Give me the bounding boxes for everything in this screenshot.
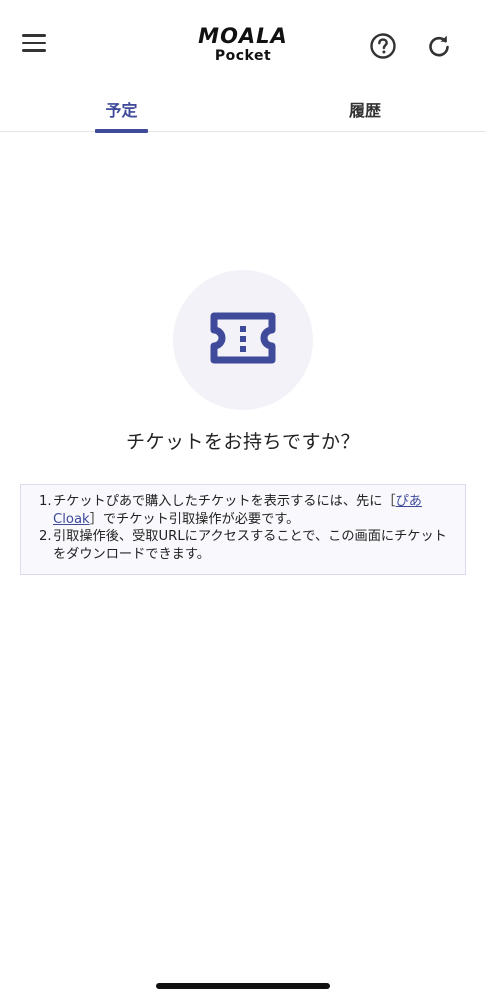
hamburger-menu-icon[interactable] — [22, 34, 48, 56]
active-tab-indicator — [95, 129, 148, 133]
help-circle-icon[interactable] — [369, 32, 397, 60]
tab-bar: 予定 履歴 — [0, 92, 486, 133]
tab-plan-label: 予定 — [105, 101, 138, 120]
tab-history[interactable]: 履歴 — [330, 92, 400, 132]
ticket-icon — [210, 312, 276, 364]
instructions-box: 1. チケットぴあで購入したチケットを表示するには、先に［ぴあCloak］でチケッ… — [20, 484, 466, 575]
home-indicator[interactable] — [156, 983, 330, 989]
instructions-list: 1. チケットぴあで購入したチケットを表示するには、先に［ぴあCloak］でチケッ… — [39, 493, 447, 563]
instruction-number: 2. — [39, 529, 52, 544]
instruction-number: 1. — [39, 494, 52, 509]
tab-plan[interactable]: 予定 — [95, 92, 148, 133]
ticket-illustration — [173, 270, 313, 410]
logo-main-text: MOALA — [198, 24, 288, 48]
instruction-text-post: ］でチケット引取操作が必要です。 — [89, 511, 300, 527]
instruction-text-pre: チケットぴあで購入したチケットを表示するには、先に［ — [53, 494, 396, 509]
tab-history-label: 履歴 — [348, 101, 381, 120]
instruction-item: 1. チケットぴあで購入したチケットを表示するには、先に［ぴあCloak］でチケッ… — [39, 493, 447, 528]
empty-state-question: チケットをお持ちですか？ — [125, 431, 360, 453]
instruction-text: 引取操作後、受取URLにアクセスすることで、この画面にチケットをダウンロードでき… — [53, 529, 447, 562]
instruction-item: 2. 引取操作後、受取URLにアクセスすることで、この画面にチケットをダウンロード… — [39, 528, 447, 563]
app-header: MOALA Pocket — [0, 0, 486, 92]
app-logo: MOALA Pocket — [186, 24, 300, 68]
refresh-icon[interactable] — [425, 32, 453, 60]
logo-sub-text: Pocket — [214, 48, 272, 64]
